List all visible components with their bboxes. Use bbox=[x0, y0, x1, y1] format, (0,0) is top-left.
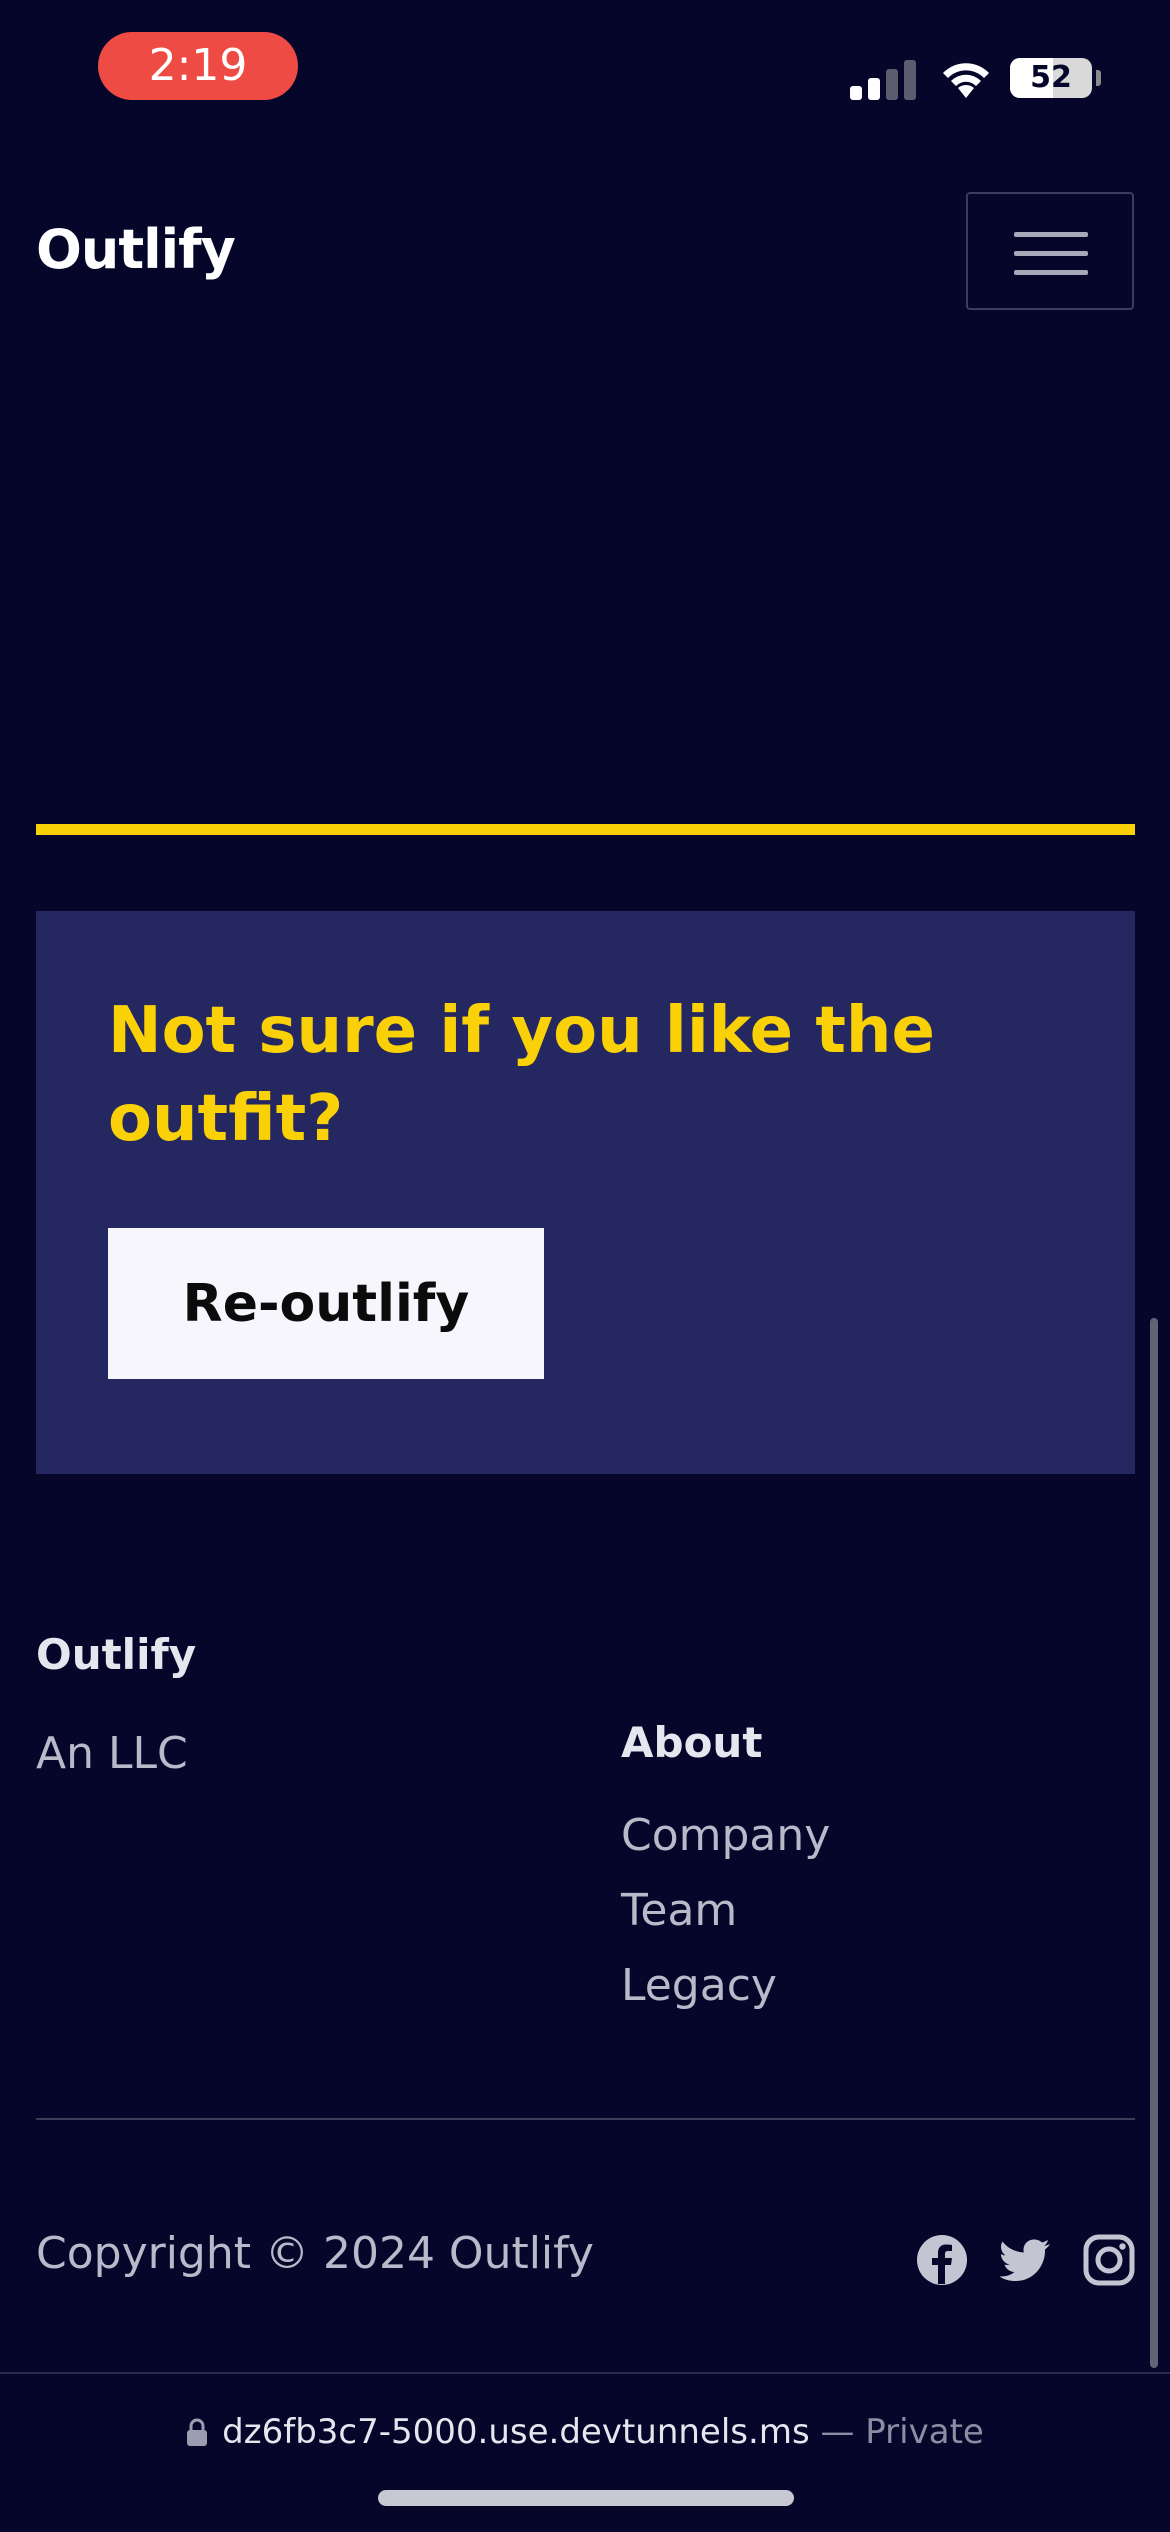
twitter-icon[interactable] bbox=[1000, 2234, 1052, 2286]
page: 2:19 52 Outlify Not sure if you like the… bbox=[0, 0, 1170, 2532]
footer-link-team[interactable]: Team bbox=[621, 1885, 737, 1936]
address-bar[interactable]: dz6fb3c7-5000.use.devtunnels.ms — Privat… bbox=[0, 2404, 1170, 2460]
reoutlify-card: Not sure if you like the outfit? Re-outl… bbox=[36, 911, 1135, 1474]
instagram-icon[interactable] bbox=[1083, 2234, 1135, 2286]
cellular-signal-icon bbox=[850, 58, 920, 100]
battery-percent: 52 bbox=[1030, 60, 1072, 95]
lock-icon bbox=[187, 2418, 208, 2446]
address-url: dz6fb3c7-5000.use.devtunnels.ms bbox=[222, 2412, 810, 2452]
menu-toggle-button[interactable] bbox=[966, 192, 1134, 310]
page-scrollbar[interactable] bbox=[1150, 1318, 1158, 2368]
footer-divider bbox=[36, 2118, 1135, 2120]
copyright-text: Copyright © 2024 Outlify bbox=[36, 2228, 594, 2279]
address-separator: — bbox=[820, 2412, 855, 2452]
private-label: Private bbox=[865, 2412, 984, 2452]
footer-about-title: About bbox=[621, 1718, 763, 1767]
navbar-brand[interactable]: Outlify bbox=[36, 218, 236, 281]
footer-link-company[interactable]: Company bbox=[621, 1810, 830, 1861]
facebook-icon[interactable] bbox=[916, 2234, 968, 2286]
home-indicator[interactable] bbox=[378, 2490, 794, 2506]
wifi-icon bbox=[943, 63, 989, 98]
accent-divider bbox=[36, 824, 1135, 835]
footer-tagline: An LLC bbox=[36, 1728, 188, 1779]
reoutlify-button[interactable]: Re-outlify bbox=[108, 1228, 544, 1379]
footer-brand: Outlify bbox=[36, 1630, 197, 1679]
browser-bar-divider bbox=[0, 2372, 1170, 2374]
status-time[interactable]: 2:19 bbox=[98, 32, 298, 100]
battery-icon: 52 bbox=[1010, 58, 1092, 98]
cta-title: Not sure if you like the outfit? bbox=[108, 994, 935, 1156]
footer-link-legacy[interactable]: Legacy bbox=[621, 1960, 777, 2011]
